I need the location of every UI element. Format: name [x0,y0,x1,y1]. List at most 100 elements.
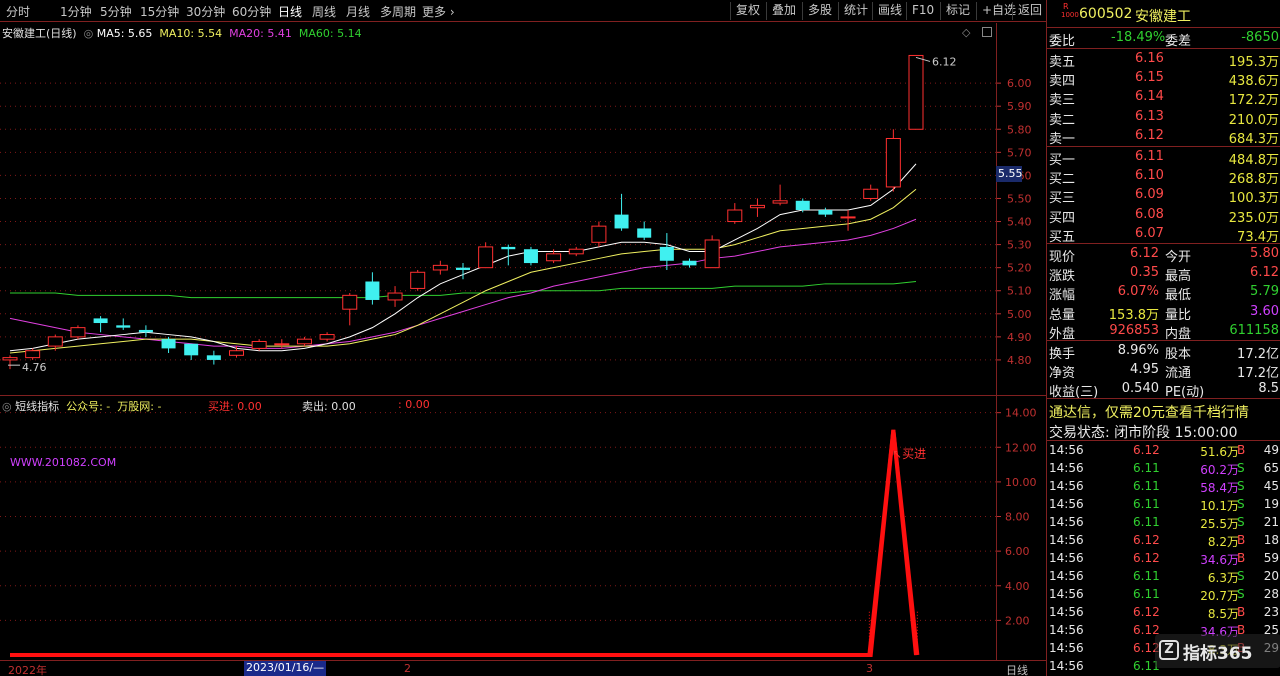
price-tick-label: 6.00 [1007,77,1032,90]
stat-value: 6.12 [1130,246,1159,261]
candle-body-down [682,260,697,266]
r-badge: R [1063,2,1069,11]
fuquan-button[interactable]: 复权 [730,2,765,20]
candle-body-up [2,357,18,361]
watermark-text: 指标365 [1183,644,1253,664]
quote-panel: R 1000 600502 安徽建工 委比 -18.49% 委差 -8650 卖… [1046,0,1280,676]
period-tab-weekly[interactable]: 周线 [312,3,336,20]
time-label-feb: 2 [404,662,411,675]
candle-body-up [863,188,879,199]
indicator-settings-icon[interactable]: ◎ [2,400,12,413]
tick-volume: 51.6万 [1200,445,1239,459]
period-tab-monthly[interactable]: 月线 [346,3,370,20]
stat-value: 153.8万 [1108,307,1159,323]
mark-button[interactable]: 标记 [940,2,975,20]
indicator-tick-label: 14.00 [1005,407,1037,420]
bid-label: 买二 [1049,172,1076,188]
period-tab-1min[interactable]: 1分钟 [60,3,92,20]
candle-body-up [296,338,312,345]
indicator-pane[interactable] [0,396,996,660]
sep [1047,440,1280,441]
candle-body-up [342,294,358,310]
period-tab-5min[interactable]: 5分钟 [100,3,132,20]
candle-body-down [365,281,380,300]
kline-pane[interactable]: 6.12 4.76 [0,23,996,395]
stat2-value: 0.540 [1121,381,1159,397]
tick-time: 14:56 [1049,533,1084,547]
stat2-row: 净资 4.95 流通 17.2亿 [1047,361,1280,382]
tick-volume: 34.6万 [1200,553,1239,567]
more-label: 更多 [422,5,447,19]
diamond-icon[interactable]: ◇ [962,26,970,39]
sep [1047,243,1280,244]
candle-body-up [251,340,267,349]
period-tab-60min[interactable]: 60分钟 [232,3,271,20]
time-label-mar: 3 [866,662,873,675]
ma20-legend: MA20: 5.41 [229,27,292,40]
weibi-row: 委比 -18.49% 委差 -8650 [1047,29,1280,49]
tick-volume: 10.1万 [1200,499,1239,513]
stat-label: 外盘 [1049,326,1076,342]
stat-label: 今开 [1165,250,1192,265]
indicator-wz: 万股网: - [117,400,162,413]
tick-count: 28 [1263,587,1279,601]
candle-body-down [93,318,108,324]
period-tab-fenshi[interactable]: 分时 [6,3,30,20]
draw-line-button[interactable]: 画线 [872,2,907,20]
candle-body-up [70,327,86,338]
bid-price: 6.08 [1135,206,1164,222]
candle-body-down [456,267,470,270]
candle-body-up [908,54,924,130]
ad-row[interactable]: 通达信，仅需20元查看千档行情 [1047,401,1280,422]
period-tab-15min[interactable]: 15分钟 [140,3,179,20]
period-tab-multi[interactable]: 多周期 [380,3,416,20]
buy-signal-label: ↖买进 [892,445,926,462]
tick-time: 14:56 [1049,551,1084,565]
period-tab-daily[interactable]: 日线 [278,3,302,20]
tick-time: 14:56 [1049,461,1084,475]
indicator-axis: 14.00 12.00 10.00 8.00 6.00 4.00 2.00 [996,396,1046,660]
tick-side: S [1237,515,1245,529]
stat2-label: 股本 [1165,347,1192,362]
settings-circle-icon[interactable]: ◎ [80,27,94,40]
stat2-value: 17.2亿 [1237,347,1279,362]
bid-volume: 268.8万 [1228,172,1279,188]
candle-body-up [229,350,244,356]
overlay-button[interactable]: 叠加 [766,2,801,20]
price-tick-label: 5.20 [1007,262,1032,275]
tick-count: 20 [1263,569,1279,583]
multi-stock-button[interactable]: 多股 [802,2,837,20]
weibi-value: -18.49% [1111,30,1166,45]
candle-body-up [410,271,426,289]
stat-label: 涨幅 [1049,288,1076,304]
candle-body-down [818,210,833,215]
ask-price: 6.13 [1135,108,1164,124]
indicator-tick-label: 10.00 [1005,476,1037,489]
buy-signal-text: 买进 [902,447,927,461]
ask-price: 6.15 [1135,70,1164,86]
period-tab-30min[interactable]: 30分钟 [186,3,225,20]
ad-text[interactable]: 通达信，仅需20元查看千档行情 [1049,402,1249,422]
bid-label: 买五 [1049,229,1076,245]
f10-button[interactable]: F10 [906,2,939,20]
candle-body-down [501,246,516,250]
indicator-tick-label: 12.00 [1005,441,1037,454]
stat-label: 涨跌 [1049,269,1076,285]
stat-label: 内盘 [1165,326,1192,342]
stat2-value: 17.2亿 [1237,366,1279,382]
tick-time: 14:56 [1049,659,1084,673]
period-tab-more[interactable]: 更多 › [422,3,455,20]
maximize-icon[interactable] [982,27,992,37]
ask-volume: 172.2万 [1228,93,1279,109]
stat-label: 量比 [1165,307,1192,323]
back-button[interactable]: 返回 [1012,2,1047,20]
tick-row: 14:56 6.12 8.5万 B 23 [1047,604,1280,622]
candle-body-up [772,200,788,204]
low-label: 4.76 [22,361,47,374]
chart-title: 安徽建工(日线) [2,27,77,40]
sep [1047,398,1280,399]
stat-row: 涨跌 0.35 最高 6.12 [1047,264,1280,285]
statistics-button[interactable]: 统计 [838,2,873,20]
bid-price: 6.09 [1135,187,1164,203]
ask-label: 卖五 [1049,55,1076,70]
